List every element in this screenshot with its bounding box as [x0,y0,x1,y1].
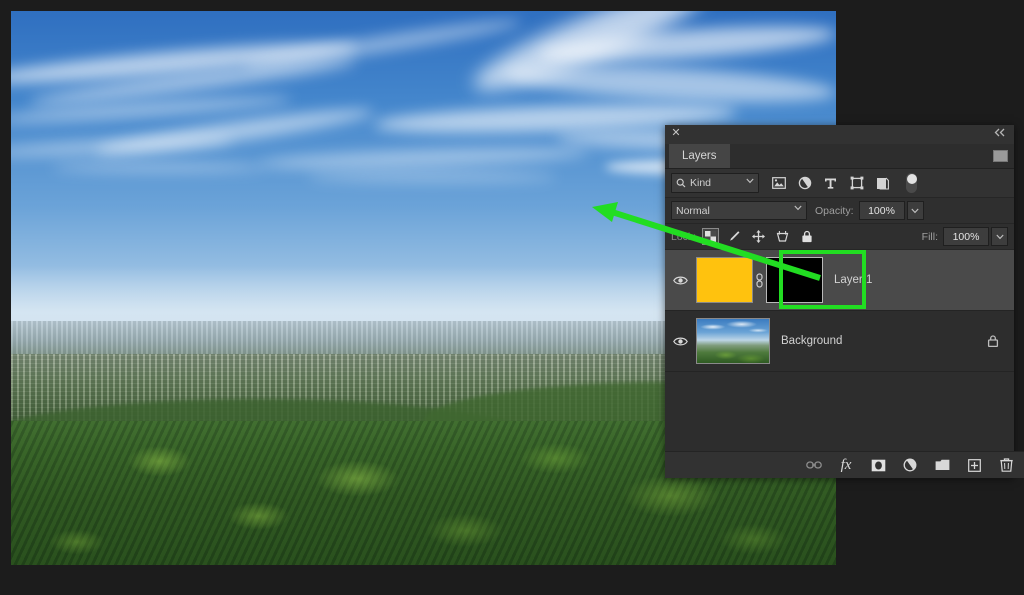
lock-all-icon[interactable] [799,229,814,244]
layer-name[interactable]: Background [781,335,987,347]
trash-icon [999,458,1013,472]
layer-mask-thumbnail[interactable] [766,257,823,303]
link-icon [806,461,822,469]
checkerboard-glyph [705,231,717,242]
table-row[interactable]: Background [665,311,1014,372]
padlock-glyph [802,230,812,243]
opacity-input[interactable]: 100% [858,201,905,220]
layer-thumbnail[interactable] [696,257,753,303]
collapse-chevrons-icon[interactable] [993,128,1007,140]
layer-mask-icon [871,459,885,471]
fill-label: Fill: [921,230,938,243]
mask-link-icon[interactable] [753,272,766,288]
layers-panel-toolbar: fx [665,451,1024,478]
layer-name[interactable]: Layer 1 [834,274,1014,286]
add-layer-mask-button[interactable] [870,457,886,473]
padlock-glyph [987,335,999,348]
opacity-dropdown-button[interactable] [906,201,924,220]
half-filled-circle-glyph [798,176,811,190]
cloud-wisp [52,162,267,173]
lock-position-icon[interactable] [751,229,766,244]
delete-layer-button[interactable] [998,457,1014,473]
screen-root: ✕ Layers Kind Normal Opacity: 100% Lock:… [0,0,1024,595]
lock-row: Lock: Fill: 100% [665,224,1014,250]
paintbrush-glyph [730,231,740,241]
filter-type-icons [771,173,917,193]
fill-dropdown-button[interactable] [991,227,1008,246]
layer-list: Layer 1 Background [665,250,1014,372]
table-row[interactable]: Layer 1 [665,250,1014,311]
layer-thumbnail[interactable] [696,318,770,364]
chevron-down-icon [995,234,1004,239]
link-layers-button[interactable] [806,457,822,473]
half-filled-circle-icon [903,458,917,472]
lock-image-pixels-icon[interactable] [727,229,742,244]
tab-layers[interactable]: Layers [669,144,730,168]
new-layer-button[interactable] [966,457,982,473]
chevron-down-icon [794,205,802,211]
new-adjustment-layer-button[interactable] [902,457,918,473]
blend-mode-row: Normal Opacity: 100% [665,198,1014,224]
shape-square-glyph [850,176,863,190]
double-chevron-left-icon [994,128,1005,137]
cloud-wisp [308,172,556,182]
lock-transparency-icon[interactable] [702,228,720,245]
lock-artboard-nesting-icon[interactable] [775,229,790,244]
layer-visibility-toggle[interactable] [665,336,696,347]
layer-visibility-toggle[interactable] [665,275,696,286]
letter-t-glyph [825,178,836,189]
filter-adjustment-icon[interactable] [797,176,812,191]
folder-icon [935,459,949,470]
cloud-wisp [258,144,589,172]
layer-filter-row: Kind [665,169,1014,198]
filter-pixel-icon[interactable] [771,176,786,191]
fx-glyph: fx [840,456,852,473]
new-layer-plus-icon [967,458,981,472]
filter-type-icon[interactable] [823,176,838,191]
chain-link-glyph [756,272,763,288]
artboard-glyph [776,231,789,242]
filter-enable-toggle[interactable] [906,173,917,193]
filter-shape-icon[interactable] [849,176,864,191]
move-arrows-glyph [752,230,766,243]
layer-style-fx-button[interactable]: fx [838,457,854,473]
smart-object-glyph [877,177,889,190]
lock-label: Lock: [671,230,697,243]
cloud-wisp [11,133,234,160]
layer-locked-icon [987,334,999,348]
panel-titlebar: ✕ [665,125,1014,144]
filter-smart-object-icon[interactable] [875,176,890,191]
close-icon[interactable]: ✕ [670,127,682,139]
cloud-wisp [505,59,836,109]
panel-menu-icon[interactable] [993,150,1008,162]
new-group-button[interactable] [934,457,950,473]
opacity-label: Opacity: [815,204,854,217]
image-glyph [771,177,786,189]
eye-icon [673,276,688,284]
chevron-down-icon [911,208,919,213]
fill-input[interactable]: 100% [943,227,989,246]
search-icon [676,178,686,188]
blend-mode-select[interactable]: Normal [671,201,807,220]
filter-kind-label: Kind [690,177,712,189]
lock-icon-group [702,228,814,245]
blend-mode-value: Normal [676,204,710,217]
layers-panel[interactable]: ✕ Layers Kind Normal Opacity: 100% Lock:… [665,125,1024,478]
filter-kind-select[interactable]: Kind [671,173,759,193]
panel-tab-bar: Layers [665,144,1014,169]
chevron-down-icon [746,178,754,184]
eye-icon [673,337,688,345]
